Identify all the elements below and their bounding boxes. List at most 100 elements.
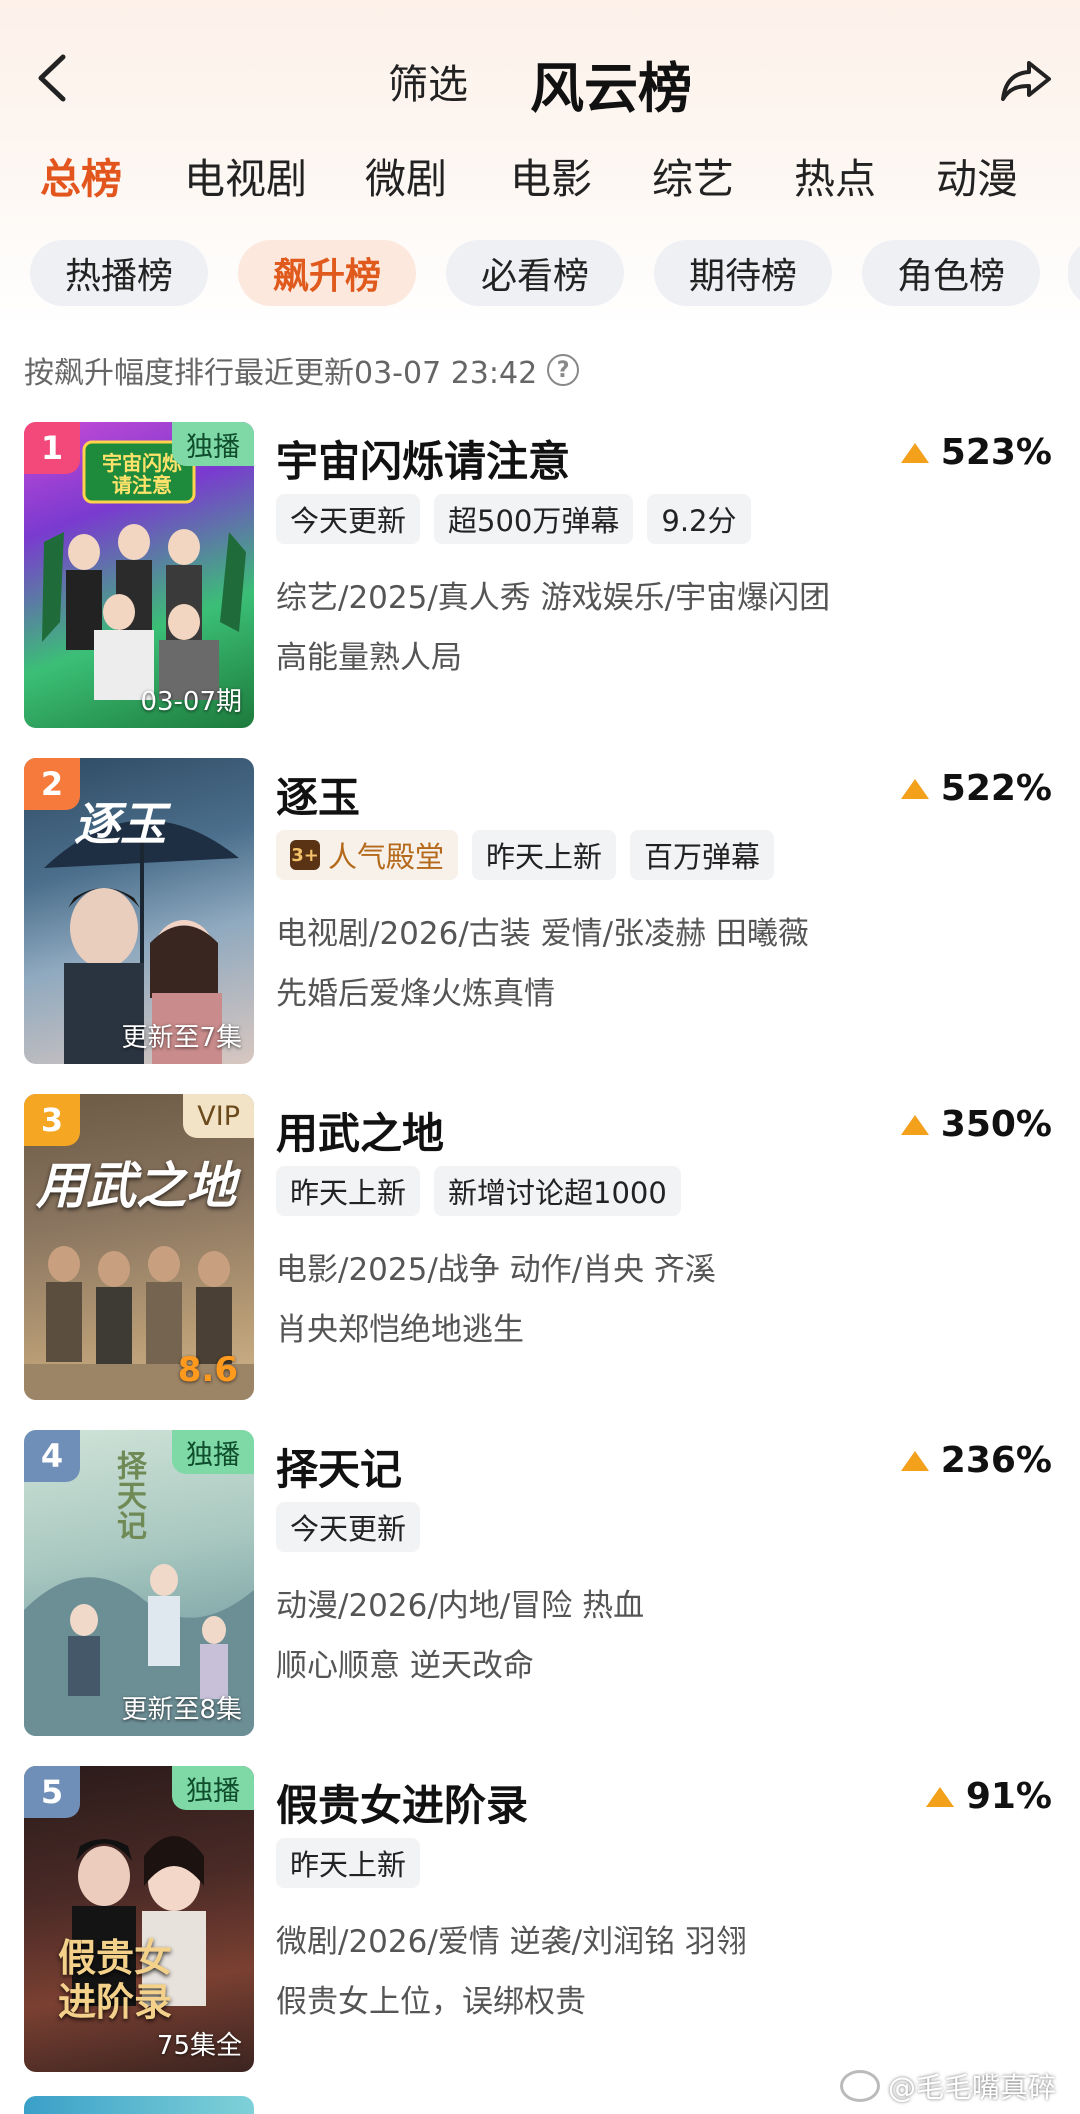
tag-chip: 9.2分 — [647, 494, 751, 544]
item-description: 先婚后爱烽火炼真情 — [276, 976, 555, 1012]
subtab-character[interactable]: 角色榜 — [862, 240, 1040, 306]
tag-chip: 昨天上新 — [276, 1838, 421, 1888]
rank-badge: 1 — [24, 422, 80, 474]
ranking-item[interactable]: 逐玉 2 更新至7集 逐玉 522% 3+ 人气殿堂 昨天上新 百万弹幕 电视剧… — [0, 758, 1080, 1070]
tag-chip: 新增讨论超1000 — [434, 1166, 681, 1216]
ranking-item[interactable]: 宇宙闪烁 请注意 1 独播 03-07期 宇宙闪烁请注意 523% 今天更新 超… — [0, 422, 1080, 734]
poster-image[interactable]: 宇宙闪烁 请注意 1 独播 03-07期 — [24, 422, 254, 728]
item-title[interactable]: 逐玉 — [276, 764, 360, 825]
poster-image[interactable]: 假贵女 进阶录 5 独播 75集全 — [24, 1766, 254, 2072]
exclusive-badge: 独播 — [172, 422, 254, 466]
watermark-text: @毛毛嘴真碎 — [887, 2071, 1056, 2104]
item-title[interactable]: 择天记 — [276, 1436, 402, 1497]
category-tabs: 总榜 电视剧 微剧 电影 综艺 热点 动漫 — [0, 145, 1080, 215]
item-meta: 微剧/2026/爱情 逆袭/刘润铭 羽翎 — [276, 1924, 747, 1960]
item-description: 假贵女上位，误绑权贵 — [276, 1984, 586, 2020]
tag-chips: 昨天上新 — [276, 1838, 421, 1888]
tag-chip-text: 人气殿堂 — [328, 840, 445, 874]
page-title: 风云榜 — [530, 57, 692, 120]
top-nav-bar: 筛选 风云榜 — [0, 0, 1080, 150]
item-description: 高能量熟人局 — [276, 640, 462, 676]
share-icon — [1001, 61, 1051, 101]
subtab-must-watch[interactable]: 必看榜 — [446, 240, 624, 306]
tab-micro-drama[interactable]: 微剧 — [365, 145, 447, 205]
item-title[interactable]: 宇宙闪烁请注意 — [276, 428, 570, 489]
poster-image[interactable]: 逐玉 2 更新至7集 — [24, 758, 254, 1064]
tag-chip: 百万弹幕 — [630, 830, 775, 880]
rise-arrow-icon — [900, 1450, 929, 1471]
share-button[interactable] — [996, 52, 1056, 108]
poster-title-art: 假贵女 进阶录 — [58, 1936, 173, 2024]
poster-image[interactable]: 用武之地 3 VIP 8.6 — [24, 1094, 254, 1400]
tag-chips: 昨天上新 新增讨论超1000 — [276, 1166, 681, 1216]
item-meta: 综艺/2025/真人秀 游戏娱乐/宇宙爆闪团 — [276, 580, 831, 616]
item-description: 顺心顺意 逆天改命 — [276, 1648, 534, 1684]
rise-value: 522% — [940, 768, 1052, 809]
tab-tv-series[interactable]: 电视剧 — [184, 145, 307, 205]
medal-icon: 3+ — [290, 840, 320, 870]
poster-title-art: 用武之地 — [36, 1157, 236, 1215]
tab-overall[interactable]: 总榜 — [40, 145, 122, 205]
ranking-item[interactable]: 用武之地 3 VIP 8.6 用武之地 350% 昨天上新 新增讨论超1000 … — [0, 1094, 1080, 1406]
vip-badge: VIP — [183, 1094, 254, 1138]
tab-hot[interactable]: 热点 — [794, 145, 876, 205]
tag-chip: 昨天上新 — [276, 1166, 421, 1216]
poster-title-art: 择天记 — [111, 1450, 146, 1540]
poster-score: 8.6 — [177, 1350, 238, 1390]
tag-chip: 昨天上新 — [472, 830, 617, 880]
back-button[interactable] — [28, 50, 76, 106]
rank-badge: 2 — [24, 758, 80, 810]
tag-chips: 今天更新 超500万弹幕 9.2分 — [276, 494, 751, 544]
weibo-logo-icon — [839, 2070, 880, 2102]
subtab-anticipated[interactable]: 期待榜 — [654, 240, 832, 306]
tab-movie[interactable]: 电影 — [510, 145, 592, 205]
tab-variety[interactable]: 综艺 — [652, 145, 734, 205]
rise-arrow-icon — [925, 1786, 954, 1807]
item-meta: 电影/2025/战争 动作/肖央 齐溪 — [276, 1252, 716, 1288]
watermark: @毛毛嘴真碎 — [839, 2066, 1056, 2106]
tag-chip: 今天更新 — [276, 494, 421, 544]
tag-chip: 超500万弹幕 — [434, 494, 634, 544]
poster-image[interactable]: 择天记 4 独播 更新至8集 — [24, 1430, 254, 1736]
sort-note-text: 按飙升幅度排行最近更新03-07 23:42 — [24, 356, 538, 391]
rank-badge: 3 — [24, 1094, 80, 1146]
subtab-hot-play[interactable]: 热播榜 — [30, 240, 208, 306]
ranking-item[interactable]: 假贵女 进阶录 5 独播 75集全 假贵女进阶录 91% 昨天上新 微剧/202… — [0, 1766, 1080, 2078]
subtab-overflow — [1068, 240, 1080, 306]
rise-percentage: 91% — [925, 1776, 1052, 1817]
rise-value: 350% — [940, 1104, 1052, 1145]
back-arrow-icon — [38, 54, 66, 102]
rise-arrow-icon — [900, 1114, 929, 1135]
rank-badge: 5 — [24, 1766, 80, 1818]
ranking-sub-tabs: 热播榜 飙升榜 必看榜 期待榜 角色榜 — [0, 240, 1080, 310]
item-title[interactable]: 假贵女进阶录 — [276, 1772, 528, 1833]
help-icon[interactable]: ? — [547, 354, 580, 386]
rise-arrow-icon — [900, 778, 929, 799]
rise-percentage: 523% — [900, 432, 1052, 473]
episode-caption: 75集全 — [156, 2031, 242, 2061]
tag-chips: 3+ 人气殿堂 昨天上新 百万弹幕 — [276, 830, 775, 880]
rise-percentage: 522% — [900, 768, 1052, 809]
episode-caption: 更新至7集 — [121, 1023, 242, 1053]
item-title[interactable]: 用武之地 — [276, 1100, 444, 1161]
tag-chip: 今天更新 — [276, 1502, 421, 1552]
rise-value: 91% — [965, 1776, 1052, 1817]
sort-description: 按飙升幅度排行最近更新03-07 23:42 ? — [24, 348, 580, 392]
rise-arrow-icon — [900, 442, 929, 463]
rise-percentage: 350% — [900, 1104, 1052, 1145]
rise-percentage: 236% — [900, 1440, 1052, 1481]
exclusive-badge: 独播 — [172, 1430, 254, 1474]
poster-title-art: 逐玉 — [74, 797, 166, 851]
ranking-item[interactable]: 择天记 4 独播 更新至8集 择天记 236% 今天更新 动漫/2026/内地/… — [0, 1430, 1080, 1742]
item-description: 肖央郑恺绝地逃生 — [276, 1312, 524, 1348]
tab-anime[interactable]: 动漫 — [936, 145, 1018, 205]
filter-button[interactable]: 筛选 — [388, 52, 468, 110]
item-meta: 动漫/2026/内地/冒险 热血 — [276, 1588, 645, 1624]
subtab-rising[interactable]: 飙升榜 — [238, 240, 416, 306]
popularity-hall-chip: 3+ 人气殿堂 — [276, 830, 459, 880]
poster-title-art: 宇宙闪烁 请注意 — [102, 451, 182, 497]
item-meta: 电视剧/2026/古装 爱情/张凌赫 田曦薇 — [276, 916, 809, 952]
tag-chips: 今天更新 — [276, 1502, 421, 1552]
rank-badge: 4 — [24, 1430, 80, 1482]
rise-value: 523% — [940, 432, 1052, 473]
